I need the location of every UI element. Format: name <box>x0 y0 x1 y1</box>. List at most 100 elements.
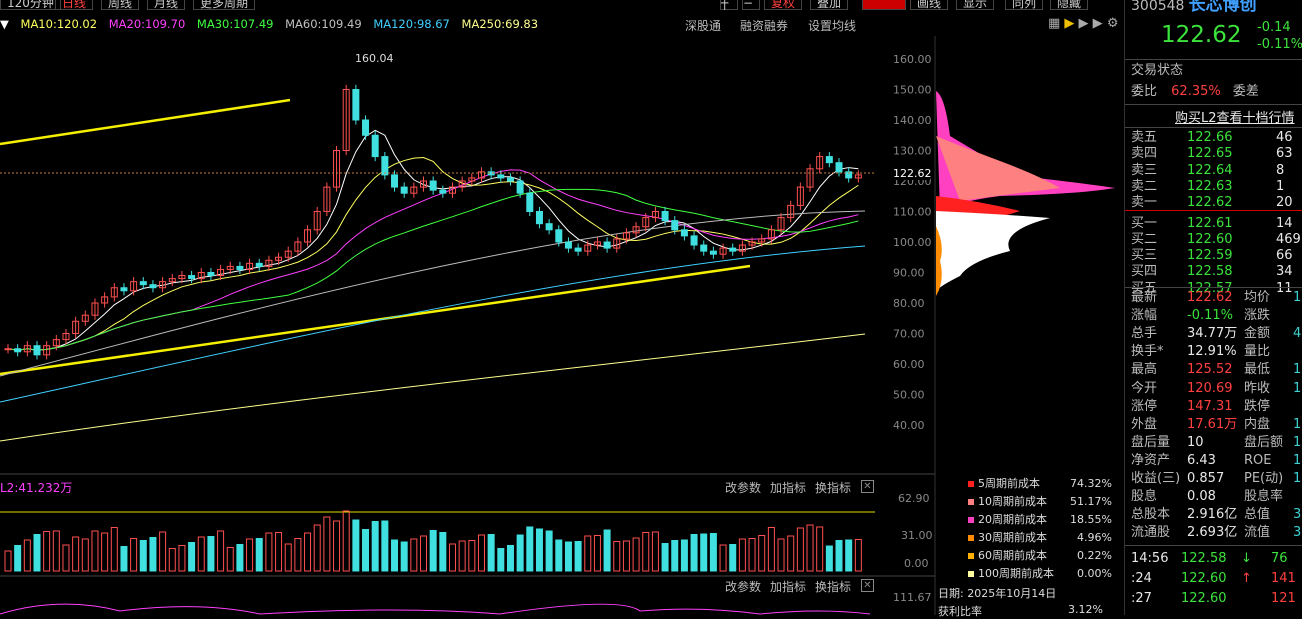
tab-120min[interactable]: 120分钟 <box>0 0 61 10</box>
volume-bar <box>468 540 476 572</box>
volume-bar <box>265 532 273 572</box>
book-vol: 469 <box>1276 231 1301 247</box>
tab-weekly[interactable]: 周线 <box>101 0 140 10</box>
trade-button[interactable] <box>862 0 906 10</box>
candle-body <box>671 220 679 231</box>
stat-v: 6.43 <box>1187 452 1216 468</box>
volume-bar <box>323 516 331 572</box>
vol-jiazhibiao[interactable]: 加指标 <box>770 479 806 496</box>
volume-bar <box>758 535 766 572</box>
stat-v: 120.69 <box>1187 380 1233 396</box>
volume-bar <box>391 539 399 572</box>
candle-body <box>535 210 543 225</box>
candle-body <box>516 180 524 194</box>
ind2-huanzhibiao[interactable]: 换指标 <box>815 578 851 595</box>
volume-bar <box>680 539 688 572</box>
volume-bar <box>188 542 196 572</box>
volume-bar <box>62 544 70 572</box>
quote-panel: 300548 长芯博创 122.62 -0.14 -0.11% 交易状态 委比 … <box>1124 0 1302 615</box>
stat-k: 总股本 <box>1131 507 1171 523</box>
cost-label: 10周期前成本 <box>978 495 1047 508</box>
close-icon[interactable]: ✕ <box>861 480 874 493</box>
rzrq-link[interactable]: 融资融券 <box>740 17 788 34</box>
tick-arrow: ↓ <box>1241 551 1252 566</box>
ask-row[interactable]: 卖五 122.66 46 <box>1131 129 1302 147</box>
tab-monthly[interactable]: 月线 <box>147 0 186 10</box>
overlay-button[interactable]: 叠加 <box>810 0 849 10</box>
volume-bar <box>787 535 795 572</box>
close-icon-2[interactable]: ✕ <box>861 579 874 592</box>
kline-chart[interactable]: 160.00150.00140.00130.00120.00110.00100.… <box>0 36 1120 615</box>
ind2-gaicanshu[interactable]: 改参数 <box>725 578 761 595</box>
set-ma-link[interactable]: 设置均线 <box>808 17 856 34</box>
ask-row[interactable]: 卖二 122.63 1 <box>1131 178 1302 196</box>
trendline-lower[interactable] <box>0 264 751 376</box>
candle-body <box>371 134 379 158</box>
volume-bar <box>593 535 601 572</box>
candle-body <box>439 189 447 194</box>
profit-label: 获利比率 <box>938 605 982 618</box>
stat-k2: 内盘 <box>1244 416 1271 432</box>
tick-row: 14:56 122.58 ↓ 76 <box>1131 550 1302 568</box>
stat-v2: 1 <box>1293 434 1302 450</box>
display-button[interactable]: 显示 <box>956 0 995 10</box>
bid-row[interactable]: 买三 122.59 66 <box>1131 247 1302 265</box>
trendline-upper[interactable] <box>0 98 291 146</box>
ma20-label: MA20:109.70 <box>108 17 186 31</box>
price-axis-tick: 100.00 <box>893 236 932 249</box>
stat-k2: 金额 <box>1244 326 1271 342</box>
volume-bar <box>690 534 698 572</box>
vol-huanzhibiao[interactable]: 换指标 <box>815 479 851 496</box>
volume-bar <box>584 535 592 572</box>
volume-bar <box>304 532 312 572</box>
tab-more-periods[interactable]: 更多周期 <box>193 0 256 10</box>
ma-dropdown-icon[interactable]: ▼ <box>0 17 9 31</box>
price-axis-tick: 130.00 <box>893 144 932 157</box>
candle-body <box>429 180 437 191</box>
candle-body <box>4 348 12 351</box>
draw-line-button[interactable]: 画线 <box>910 0 949 10</box>
candle-body <box>149 284 157 289</box>
volume-bar <box>352 519 360 572</box>
tick-arrow: ↑ <box>1241 571 1252 586</box>
ask-row[interactable]: 卖四 122.65 63 <box>1131 145 1302 163</box>
stat-v2: 14 <box>1293 452 1302 468</box>
book-price: 122.61 <box>1187 215 1233 231</box>
toolbar-icons[interactable]: ▦ ▶ ▶ ▶ ⚙ <box>1048 16 1118 31</box>
bid-row[interactable]: 买一 122.61 14 <box>1131 215 1302 233</box>
bid-row[interactable]: 买四 122.58 34 <box>1131 263 1302 281</box>
stat-k: 涨幅 <box>1131 308 1158 324</box>
ask-row[interactable]: 卖三 122.64 8 <box>1131 162 1302 180</box>
cost-pct: 74.32% <box>1070 477 1112 490</box>
candle-body <box>545 223 553 231</box>
cost-color-swatch <box>968 481 974 487</box>
tab-daily[interactable]: 日线 <box>55 0 94 10</box>
volume-bar <box>236 544 244 572</box>
bid-row[interactable]: 买二 122.60 469 <box>1131 231 1302 249</box>
price-axis-tick: 160.00 <box>893 53 932 66</box>
vol-gaicanshu[interactable]: 改参数 <box>725 479 761 496</box>
minus-icon[interactable]: − <box>742 0 760 10</box>
candle-body <box>400 186 408 194</box>
tick-p: 122.58 <box>1181 551 1227 566</box>
volume-bar <box>671 540 679 572</box>
hide-button[interactable]: 隐藏 <box>1050 0 1089 10</box>
stat-k2: ROE <box>1244 452 1272 468</box>
cost-row: 20周期前成本 18.55% <box>968 511 1118 528</box>
same-column-button[interactable]: 同列 <box>1005 0 1044 10</box>
ind2-jiazhibiao[interactable]: 加指标 <box>770 578 806 595</box>
stat-v: 0.857 <box>1187 471 1225 486</box>
book-vol: 1 <box>1276 178 1285 194</box>
fuquan-button[interactable]: 复权 <box>764 0 803 10</box>
stat-row: 最高 125.52 最低 11 <box>1131 361 1302 379</box>
stats-divider <box>1125 545 1302 546</box>
crosshair-icon[interactable]: ┼ <box>720 0 738 10</box>
volume-bar <box>738 538 746 572</box>
book-vol: 63 <box>1276 146 1293 162</box>
candle-body <box>188 275 196 280</box>
shengu-link[interactable]: 深股通 <box>685 17 721 34</box>
tick-p: 122.60 <box>1181 591 1227 606</box>
candle-body <box>564 241 572 249</box>
l2-link[interactable]: 购买L2查看十档行情 <box>1175 107 1295 126</box>
book-price: 122.58 <box>1187 264 1233 280</box>
